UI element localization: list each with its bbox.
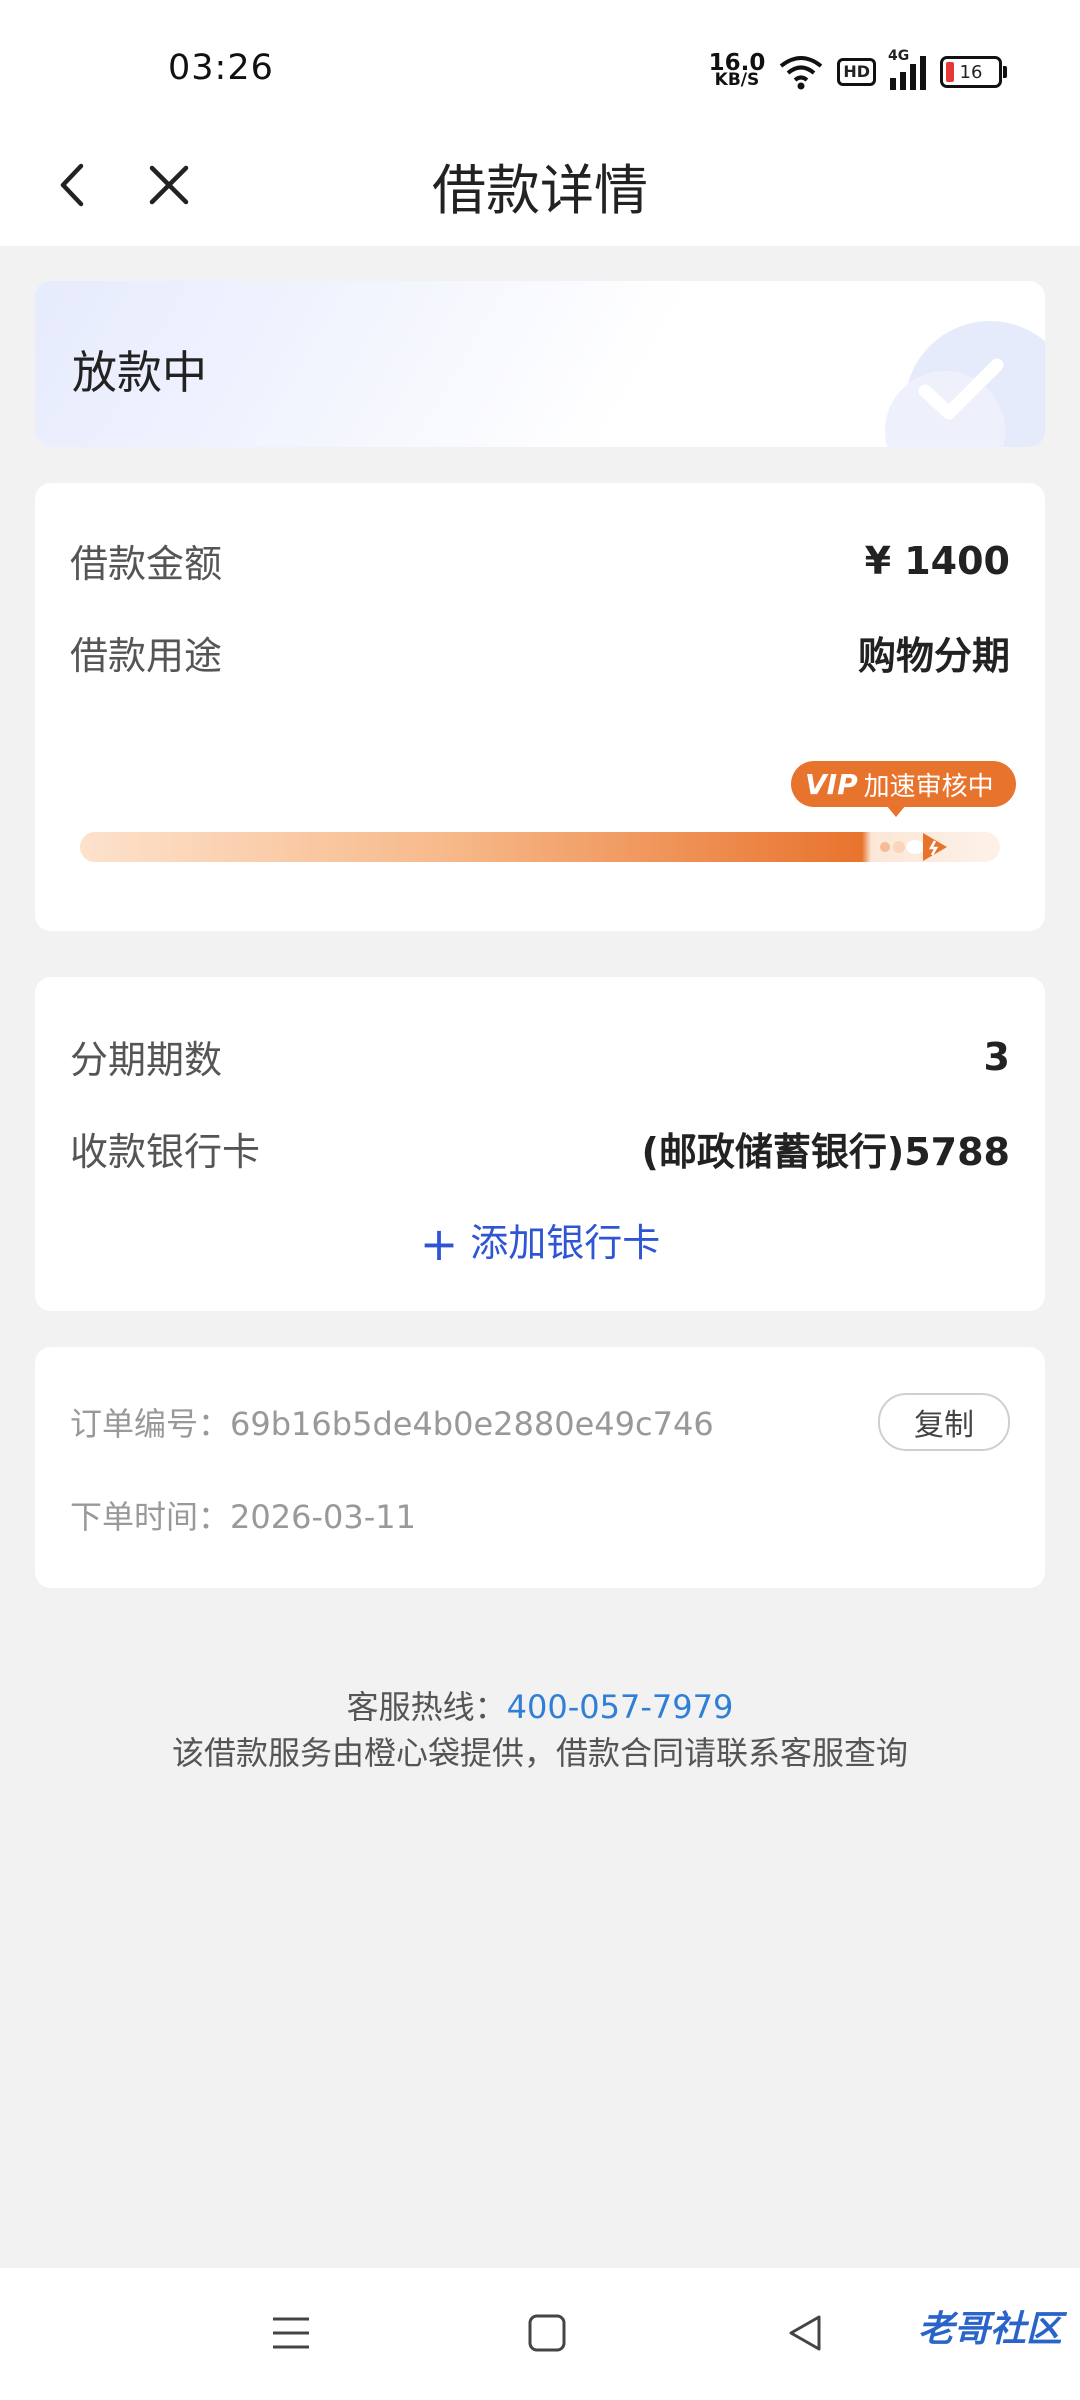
periods-row: 分期期数 3 [70, 1029, 1010, 1084]
amount-value: ¥ 1400 [864, 538, 1010, 583]
order-time-row: 下单时间：2026-03-11 [70, 1492, 416, 1538]
order-number-label: 订单编号： [70, 1405, 231, 1443]
service-note: 该借款服务由橙心袋提供，借款合同请联系客服查询 [171, 1734, 908, 1772]
add-bank-card-label: 添加银行卡 [470, 1221, 661, 1265]
page-title: 借款详情 [432, 159, 648, 222]
system-nav-bar: 老哥社区 [0, 2268, 1080, 2400]
order-time-label: 下单时间： [70, 1498, 231, 1536]
vip-logo: VIP [805, 767, 858, 801]
review-progress-bar [80, 832, 1000, 862]
installment-card: 分期期数 3 收款银行卡 (邮政储蓄银行)5788 + 添加银行卡 [35, 977, 1045, 1311]
amount-row: 借款金额 ¥ 1400 [70, 533, 1010, 588]
hotline-link[interactable]: 400-057-7979 [507, 1688, 734, 1726]
menu-icon [273, 2317, 309, 2349]
watermark-logo: 老哥社区 [918, 2300, 1062, 2352]
home-button[interactable] [512, 2298, 582, 2368]
net-speed-unit: KB/S [714, 70, 760, 90]
periods-label: 分期期数 [70, 1038, 223, 1082]
bank-card-row[interactable]: 收款银行卡 (邮政储蓄银行)5788 [70, 1121, 1010, 1176]
net-speed: 16.0 KB/S [709, 52, 766, 90]
order-time-value: 2026-03-11 [230, 1498, 416, 1536]
periods-value: 3 [983, 1034, 1010, 1079]
purpose-label: 借款用途 [70, 634, 223, 678]
loan-status-card: 放款中 [35, 281, 1045, 447]
bank-card-value: (邮政储蓄银行)5788 [641, 1130, 1011, 1174]
vip-review-text: 加速审核中 [863, 771, 994, 802]
order-number-value: 69b16b5de4b0e2880e49c746 [230, 1405, 714, 1443]
hd-badge: HD [837, 58, 876, 86]
check-icon [918, 358, 1004, 420]
battery-icon: 16 [940, 56, 1007, 88]
watermark-text: 老哥社区 [917, 2309, 1062, 2350]
status-icons: 16.0 KB/S HD 4G 16 [709, 48, 1007, 94]
hotline-label: 客服热线： [346, 1688, 507, 1726]
status-bar: 03:26 16.0 KB/S HD 4G 16 [0, 0, 1080, 140]
triangle-back-icon [789, 2315, 821, 2351]
vip-review-badge: VIP 加速审核中 [791, 761, 1016, 817]
add-bank-card-button[interactable]: + 添加银行卡 [35, 1212, 1045, 1271]
rocket-icon [880, 833, 947, 861]
battery-level: 16 [959, 61, 983, 83]
order-info-card: 订单编号：69b16b5de4b0e2880e49c746 复制 下单时间：20… [35, 1347, 1045, 1588]
network-type: 4G [888, 48, 910, 64]
nav-header: 借款详情 [0, 140, 1080, 246]
copy-button[interactable]: 复制 [878, 1393, 1010, 1451]
menu-button[interactable] [256, 2298, 326, 2368]
purpose-value: 购物分期 [857, 634, 1010, 678]
loan-info-card: 借款金额 ¥ 1400 借款用途 购物分期 VIP 加速审核中 [35, 483, 1045, 931]
back-nav-button[interactable] [770, 2298, 840, 2368]
purpose-row: 借款用途 购物分期 [70, 625, 1010, 680]
hotline-line: 客服热线：400-057-7979 [0, 1682, 1080, 1728]
bank-card-label: 收款银行卡 [70, 1130, 261, 1174]
amount-label: 借款金额 [70, 542, 223, 586]
order-number-row: 订单编号：69b16b5de4b0e2880e49c746 [70, 1399, 714, 1445]
status-time: 03:26 [168, 48, 274, 88]
plus-icon: + [419, 1217, 459, 1271]
cell-signal-icon: 4G [888, 48, 926, 90]
loan-status-text: 放款中 [72, 346, 208, 399]
home-square-icon [528, 2314, 566, 2352]
wifi-icon [780, 56, 823, 90]
